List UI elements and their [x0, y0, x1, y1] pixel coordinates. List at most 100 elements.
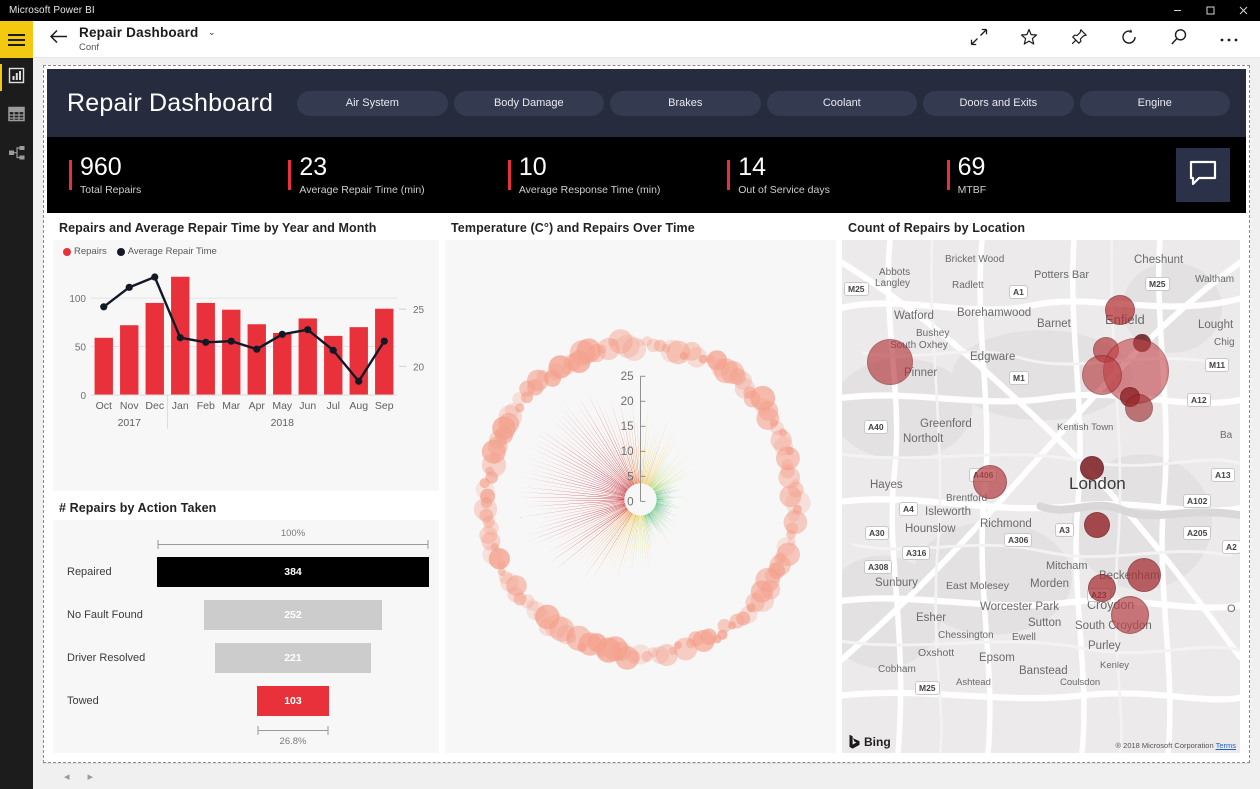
svg-text:Oct: Oct — [96, 400, 112, 412]
legend-item-repairs[interactable]: Repairs — [63, 246, 107, 257]
kpi-mtbf[interactable]: 69 MTBF — [947, 154, 1166, 195]
chip-body-damage[interactable]: Body Damage — [454, 91, 604, 116]
kpi-total-repairs[interactable]: 960 Total Repairs — [69, 154, 288, 195]
map-place-label: Kentish Town — [1057, 422, 1113, 433]
visual-repairs-by-action-taken[interactable]: # Repairs by Action Taken 100% — [53, 497, 439, 753]
kpi-out-of-service-days[interactable]: 14 Out of Service days — [727, 154, 946, 195]
hamburger-icon — [8, 31, 25, 49]
maximize-button[interactable] — [1194, 0, 1227, 21]
main-column: Repair Dashboard ⌄ Conf — [33, 21, 1260, 789]
kpi-label: Average Repair Time (min) — [299, 184, 424, 196]
map-repair-bubble[interactable] — [1080, 456, 1104, 480]
favorite-button[interactable] — [1004, 21, 1054, 58]
map-place-label: Richmond — [980, 518, 1032, 530]
refresh-button[interactable] — [1104, 21, 1154, 58]
chip-doors-and-exits[interactable]: Doors and Exits — [923, 91, 1073, 116]
kpi-label: Total Repairs — [80, 184, 141, 196]
funnel-bottom-bracket: 26.8% — [157, 725, 429, 747]
funnel-row-repaired[interactable]: Repaired 384 — [61, 557, 429, 587]
chip-brakes[interactable]: Brakes — [610, 91, 760, 116]
funnel-row-no-fault-found[interactable]: No Fault Found 252 — [61, 600, 429, 630]
funnel-track: 221 — [157, 643, 429, 673]
fullscreen-button[interactable] — [954, 21, 1004, 58]
kpi-value: 960 — [80, 154, 141, 180]
chip-coolant[interactable]: Coolant — [767, 91, 917, 116]
visual-title: Repairs and Average Repair Time by Year … — [53, 217, 439, 240]
command-actions — [954, 21, 1254, 58]
svg-text:20: 20 — [413, 362, 425, 373]
pin-button[interactable] — [1054, 21, 1104, 58]
svg-text:10: 10 — [621, 445, 635, 458]
back-arrow-icon — [49, 29, 68, 49]
visual-count-of-repairs-by-location[interactable]: Count of Repairs by Location Bricket Woo… — [842, 217, 1240, 753]
map-place-label: Cheshunt — [1134, 254, 1183, 266]
map-road-badge: A205 — [1183, 526, 1211, 540]
legend-swatch-icon — [63, 248, 71, 256]
funnel-bar[interactable]: 384 — [157, 557, 429, 587]
document-title-group[interactable]: Repair Dashboard ⌄ Conf — [79, 25, 215, 53]
visual-repairs-and-avg-repair-time[interactable]: Repairs and Average Repair Time by Year … — [53, 217, 439, 491]
visual-body[interactable]: 0510152025 — [445, 240, 836, 753]
funnel-bar[interactable]: 252 — [204, 600, 382, 630]
funnel-category-label: No Fault Found — [61, 609, 157, 621]
funnel-track: 384 — [157, 557, 429, 587]
map-road-badge: A30 — [865, 526, 889, 540]
rail-item-report-view[interactable] — [0, 58, 33, 97]
map-repair-bubble[interactable] — [867, 339, 913, 385]
visual-body[interactable]: Repairs Average Repair Time 0501002025Oc… — [53, 240, 439, 491]
svg-text:Jul: Jul — [327, 400, 340, 412]
kpi-average-response-time[interactable]: 10 Average Response Time (min) — [508, 154, 727, 195]
close-button[interactable] — [1227, 0, 1260, 21]
funnel-value: 103 — [284, 695, 302, 707]
svg-text:Mar: Mar — [222, 400, 241, 412]
map-road-badge: A13 — [1211, 468, 1235, 482]
kpi-average-repair-time[interactable]: 23 Average Repair Time (min) — [288, 154, 507, 195]
map-repair-bubble[interactable] — [1111, 596, 1149, 634]
funnel-track: 252 — [157, 600, 429, 630]
funnel-value: 252 — [284, 609, 302, 621]
legend-item-average-repair-time[interactable]: Average Repair Time — [117, 246, 217, 257]
expand-arrows-icon — [970, 28, 988, 51]
map-visual[interactable]: Bricket WoodAbbotsLangleyRadlettPotters … — [842, 240, 1240, 753]
map-repair-bubble[interactable] — [1125, 394, 1153, 422]
map-repair-bubble[interactable] — [1127, 558, 1161, 592]
more-options-button[interactable] — [1204, 21, 1254, 58]
back-button[interactable] — [43, 24, 73, 54]
radial-chart-plot[interactable]: 0510152025 — [445, 240, 836, 753]
funnel-row-driver-resolved[interactable]: Driver Resolved 221 — [61, 643, 429, 673]
rail-item-model-view[interactable] — [0, 136, 33, 175]
map-place-label: Northolt — [903, 433, 943, 445]
map-road-badge: A4 — [899, 502, 918, 516]
bing-attribution[interactable]: Bing — [848, 734, 891, 749]
map-repair-bubble[interactable] — [1082, 355, 1122, 395]
combo-chart-plot[interactable]: 0501002025OctNovDecJanFebMarAprMayJunJul… — [53, 257, 439, 442]
svg-text:Apr: Apr — [249, 400, 266, 412]
map-repair-bubble[interactable] — [1105, 295, 1135, 325]
map-repair-bubble[interactable] — [1084, 512, 1110, 538]
svg-text:2018: 2018 — [271, 417, 295, 429]
map-place-label: O — [1227, 603, 1236, 615]
next-page-button[interactable]: ▸ — [79, 770, 103, 783]
hamburger-button[interactable] — [0, 21, 33, 58]
chip-air-system[interactable]: Air System — [297, 91, 447, 116]
map-place-label: Esher — [916, 612, 946, 624]
map-place-label: Sunbury — [875, 577, 918, 589]
map-place-label: Watford — [894, 310, 934, 322]
map-terms-link[interactable]: Terms — [1216, 741, 1236, 750]
visual-body[interactable]: 100% Repair — [53, 520, 439, 753]
qa-chat-button[interactable] — [1176, 148, 1230, 202]
funnel-bar[interactable]: 103 — [257, 686, 330, 716]
prev-page-button[interactable]: ◂ — [55, 770, 79, 783]
kpi-value: 23 — [299, 154, 424, 180]
chip-engine[interactable]: Engine — [1080, 91, 1230, 116]
visual-temperature-and-repairs-over-time[interactable]: Temperature (C°) and Repairs Over Time 0… — [445, 217, 836, 753]
funnel-bar[interactable]: 221 — [215, 643, 372, 673]
minimize-button[interactable] — [1161, 0, 1194, 21]
search-button[interactable] — [1154, 21, 1204, 58]
chart-legend: Repairs Average Repair Time — [53, 240, 439, 257]
funnel-row-towed[interactable]: Towed 103 — [61, 686, 429, 716]
rail-item-data-view[interactable] — [0, 97, 33, 136]
map-repair-bubble[interactable] — [973, 465, 1007, 499]
map-repair-bubble[interactable] — [1088, 574, 1116, 602]
chevron-down-icon[interactable]: ⌄ — [208, 28, 216, 37]
